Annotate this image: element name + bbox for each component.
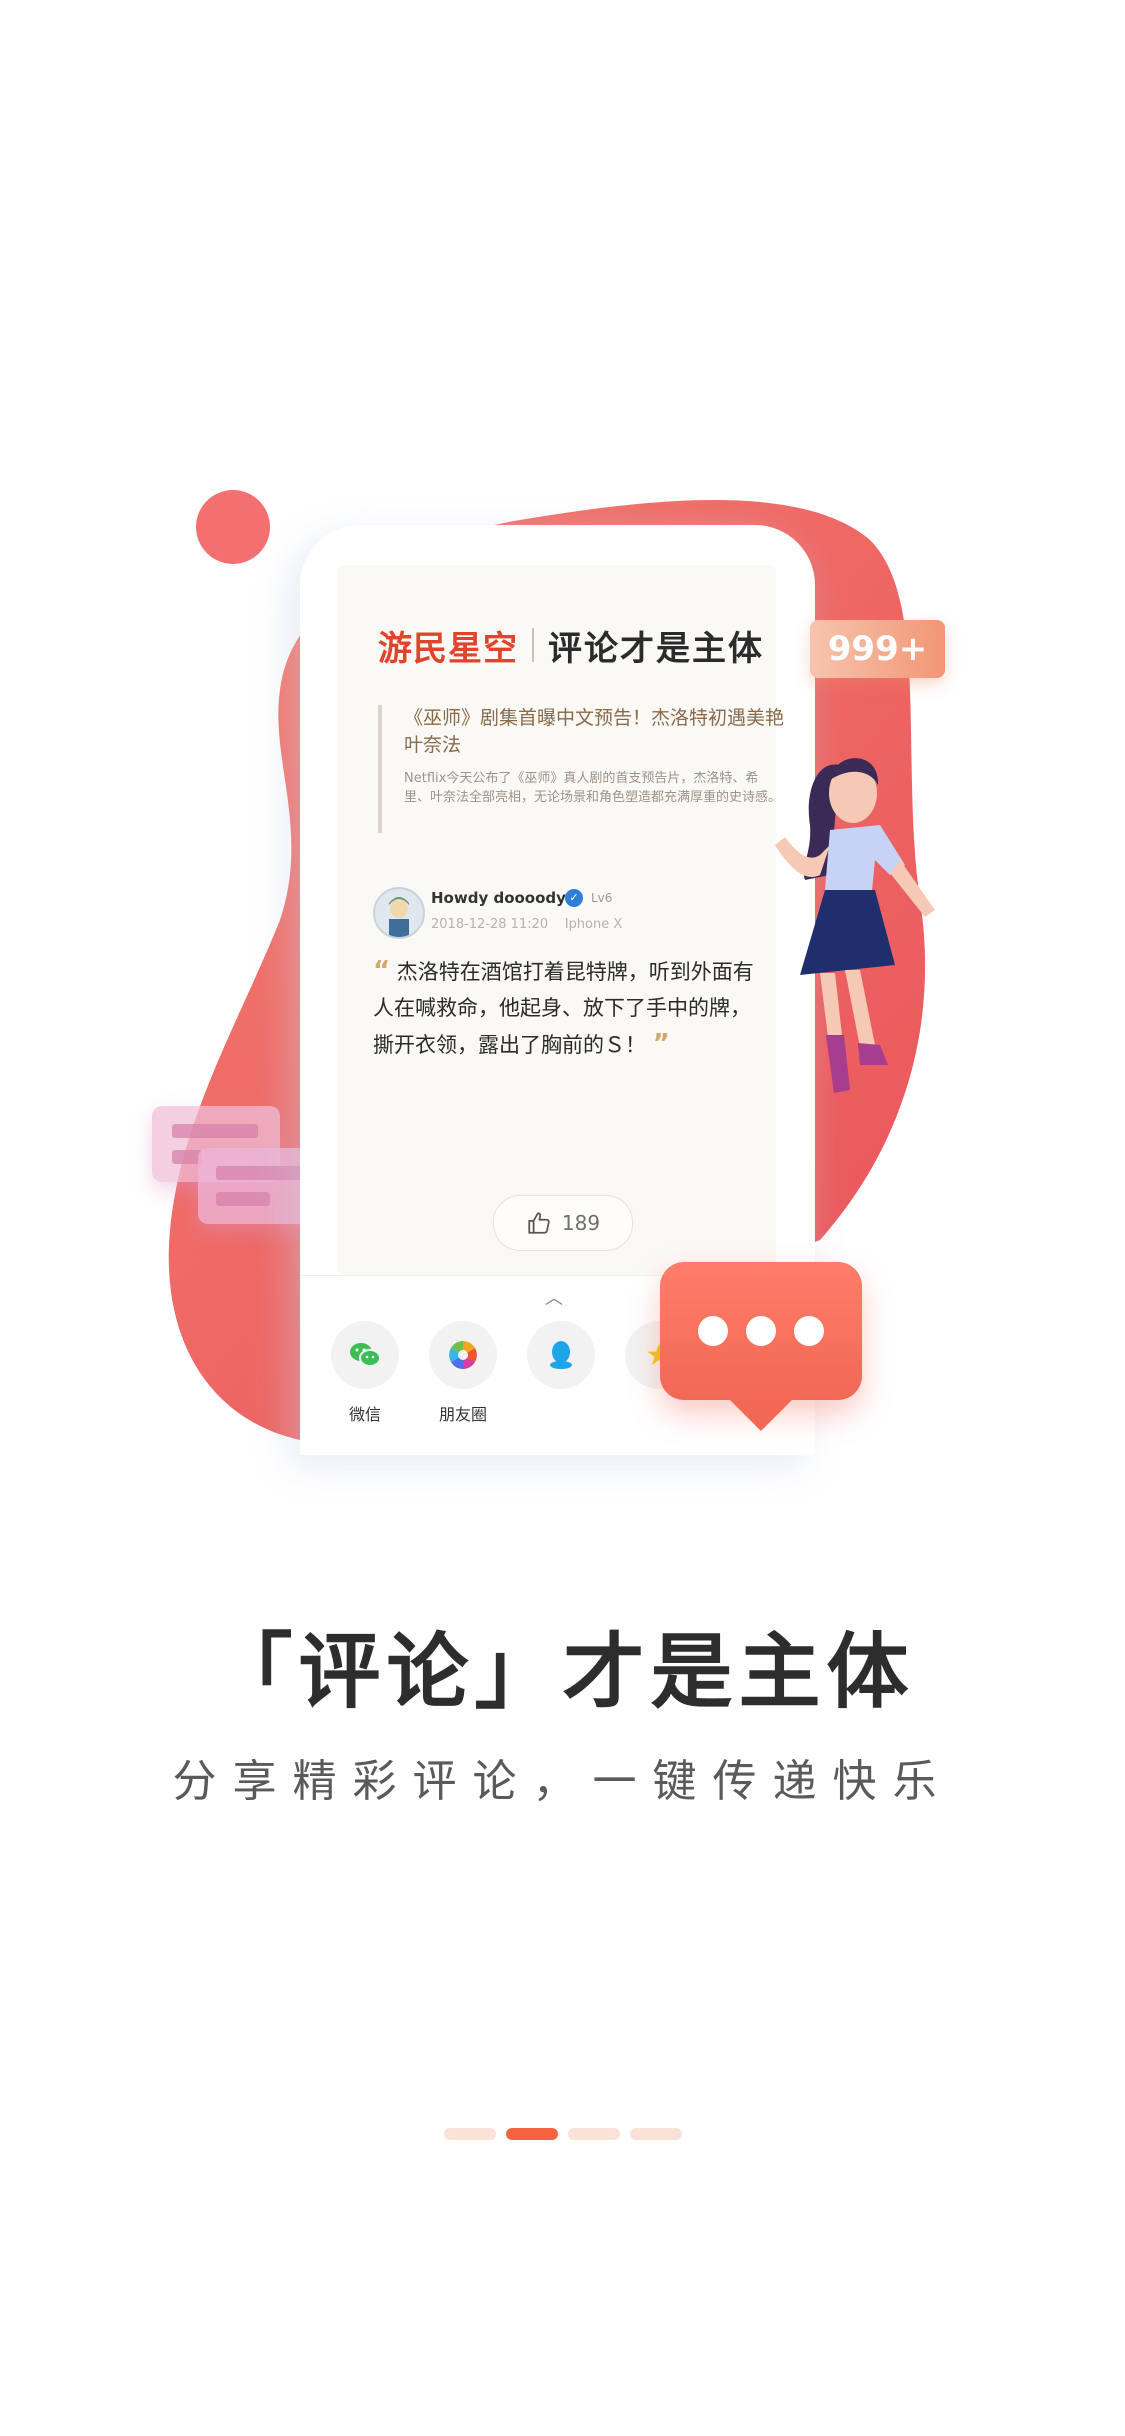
share-label-wechat: 微信 (348, 1405, 381, 1424)
pagination-indicator (444, 2128, 684, 2142)
girl-illustration (775, 758, 935, 1093)
avatar[interactable] (373, 887, 425, 939)
page-dot-2[interactable] (506, 2128, 558, 2140)
open-quote-icon: “ (373, 956, 391, 986)
verified-icon: ✓ (565, 889, 583, 907)
article-card[interactable]: 《巫师》剧集首曝中文预告！杰洛特初遇美艳叶奈法 Netflix今天公布了《巫师》… (378, 705, 784, 833)
brand-slogan: 评论才是主体 (548, 628, 764, 669)
chat-bubble-tail (725, 1395, 797, 1431)
thumbs-up-icon (528, 1212, 550, 1234)
wechat-icon (331, 1321, 399, 1389)
brand-name: 游民星空 (378, 628, 518, 669)
close-quote-icon: ” (652, 1029, 670, 1059)
share-item-moments[interactable]: 朋友圈 (428, 1321, 498, 1425)
chat-bubble-icon (660, 1262, 862, 1400)
onboarding-illustration: 游民星空 评论才是主体 《巫师》剧集首曝中文预告！杰洛特初遇美艳叶奈法 Netf… (0, 0, 1125, 1480)
phone-screen: 游民星空 评论才是主体 《巫师》剧集首曝中文预告！杰洛特初遇美艳叶奈法 Netf… (338, 565, 784, 1275)
moments-icon (429, 1321, 497, 1389)
chevron-up-icon[interactable]: ︿ (545, 1284, 563, 1310)
comment-device: Iphone X (564, 917, 623, 932)
qq-icon (527, 1321, 595, 1389)
comment-text-block: “ 杰洛特在酒馆打着昆特牌，听到外面有人在喊救命，他起身、放下了手中的牌，撕开衣… (373, 953, 768, 1063)
user-level: Lv6 (591, 891, 613, 905)
comment-text: 杰洛特在酒馆打着昆特牌，听到外面有人在喊救命，他起身、放下了手中的牌，撕开衣领，… (373, 960, 754, 1057)
page-title: 「评论」才是主体 (210, 1625, 915, 1720)
comment-meta: 2018-12-28 11:20 Iphone X (431, 917, 622, 932)
article-title: 《巫师》剧集首曝中文预告！杰洛特初遇美艳叶奈法 (404, 707, 785, 756)
share-item-wechat[interactable]: 微信 (330, 1321, 400, 1425)
brand-divider (532, 628, 534, 662)
page-dot-4[interactable] (630, 2128, 682, 2140)
brand-header: 游民星空 评论才是主体 (378, 620, 764, 670)
share-label-moments: 朋友圈 (438, 1405, 487, 1424)
page-dot-3[interactable] (568, 2128, 620, 2140)
like-count: 189 (561, 1211, 601, 1235)
comment-username[interactable]: Howdy doooody (431, 889, 566, 907)
like-button[interactable]: 189 (493, 1195, 633, 1251)
notification-badge: 999+ (810, 620, 945, 678)
comment-timestamp: 2018-12-28 11:20 (431, 917, 549, 932)
share-item-qq[interactable] (526, 1321, 596, 1401)
comment-header: Howdy doooody ✓ Lv6 2018-12-28 11:20 Iph… (373, 887, 773, 942)
page-subtitle: 分享精彩评论，一键传递快乐 (172, 1756, 953, 1807)
article-excerpt: Netflix今天公布了《巫师》真人剧的首支预告片，杰洛特、希里、叶奈法全部亮相… (404, 771, 782, 805)
page-dot-1[interactable] (444, 2128, 496, 2140)
decor-dot (196, 490, 270, 564)
